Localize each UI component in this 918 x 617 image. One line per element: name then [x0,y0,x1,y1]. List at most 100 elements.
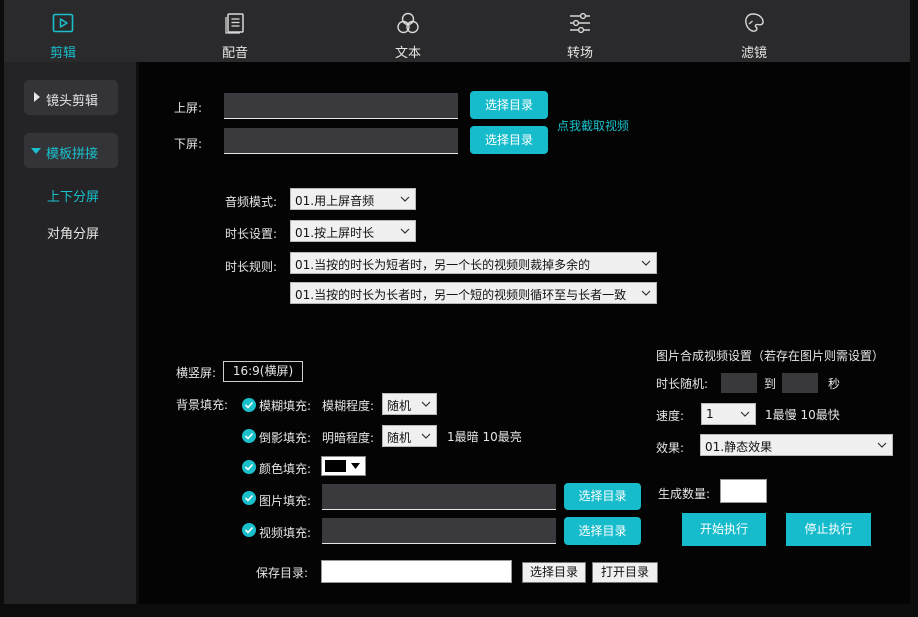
color-fill-label: 颜色填充: [259,462,312,476]
sidebar-subitem-split-diagonal[interactable]: 对角分屏 [47,223,99,242]
nav-tab-label: 文本 [394,46,421,61]
caret-down-icon [31,148,41,154]
chevron-down-icon [877,442,887,448]
blur-fill-label: 模糊填充: [259,399,312,413]
sidebar: 镜头剪辑 模板拼接 上下分屏 对角分屏 [4,62,139,604]
image-fill-checkbox[interactable] [242,491,256,505]
caret-right-icon [34,92,40,102]
select-value: 随机 [387,431,412,445]
image-fill-label: 图片填充: [259,494,312,508]
sidebar-item-shot-edit[interactable]: 镜头剪辑 [24,80,118,115]
speed-select[interactable]: 1 [701,403,756,425]
speed-hint: 1最慢 10最快 [765,408,840,422]
nav-tab-text[interactable]: 文本 [353,0,463,62]
sidebar-item-label: 镜头剪辑 [46,94,99,109]
bottom-choose-dir-button[interactable]: 选择目录 [470,126,548,154]
document-lines-icon [225,13,244,34]
brightness-hint: 1最暗 10最亮 [447,430,522,444]
color-swatch [325,460,346,472]
save-choose-dir-button[interactable]: 选择目录 [522,562,586,583]
chevron-down-icon [421,401,431,407]
select-value: 01.静态效果 [705,440,773,454]
nav-tab-voice[interactable]: 配音 [180,0,290,62]
sidebar-item-template-merge[interactable]: 模板拼接 [24,133,118,168]
shadow-fill-label: 倒影填充: [259,431,312,445]
caret-down-icon [351,463,360,469]
nav-tab-label: 滤镜 [740,46,767,61]
background-fill-label: 背景填充: [176,398,229,412]
open-dir-button[interactable]: 打开目录 [592,562,658,583]
audio-mode-select[interactable]: 01.用上屏音频 [290,188,416,210]
check-icon [244,401,254,409]
nav-tab-label: 转场 [566,46,593,61]
save-dir-label: 保存目录: [256,566,309,580]
duration-rule-select-long[interactable]: 01.当按的时长为长者时，另一个短的视频则循环至与长者一致 [290,282,657,304]
random-duration-to: 到 [764,377,777,391]
select-value: 1 [706,407,714,421]
random-duration-max-input[interactable] [782,373,818,393]
random-duration-label: 时长随机: [656,377,709,391]
shadow-fill-checkbox[interactable] [242,429,256,443]
audio-mode-label: 音频模式: [225,195,278,209]
video-choose-dir-button[interactable]: 选择目录 [564,517,641,545]
duration-setting-label: 时长设置: [225,227,278,241]
effect-label: 效果: [656,441,685,455]
check-icon [244,432,254,440]
image-choose-dir-button[interactable]: 选择目录 [564,483,641,510]
chevron-down-icon [641,290,651,296]
blur-degree-select[interactable]: 随机 [382,393,437,415]
orientation-value[interactable]: 16:9(横屏) [223,361,303,382]
image-fill-input[interactable] [322,484,556,510]
video-fill-input[interactable] [322,518,556,544]
select-value: 01.用上屏音频 [295,194,375,208]
nav-tab-label: 配音 [221,46,248,61]
duration-rule-label: 时长规则: [225,260,278,274]
duration-setting-select[interactable]: 01.按上屏时长 [290,220,416,242]
select-value: 01.当按的时长为短者时，另一个长的视频则裁掉多余的 [295,258,591,272]
top-screen-input[interactable] [224,93,458,119]
speed-label: 速度: [656,409,685,423]
random-duration-min-input[interactable] [721,373,757,393]
nav-tab-transition[interactable]: 转场 [525,0,635,62]
blur-fill-checkbox[interactable] [242,398,256,412]
effect-select[interactable]: 01.静态效果 [700,434,893,456]
bottom-screen-label: 下屏: [174,137,203,151]
bottom-screen-input[interactable] [224,128,458,154]
select-value: 01.按上屏时长 [295,226,375,240]
start-button[interactable]: 开始执行 [682,513,766,546]
duration-rule-select-short[interactable]: 01.当按的时长为短者时，另一个长的视频则裁掉多余的 [290,252,657,274]
sliders-icon [570,12,590,34]
nav-tab-label: 剪辑 [49,46,76,61]
capture-video-link[interactable]: 点我截取视频 [557,117,629,134]
filter-icon [745,13,764,32]
chevron-down-icon [641,260,651,266]
sidebar-subitem-split-vertical[interactable]: 上下分屏 [47,186,99,205]
nav-tab-filter[interactable]: 滤镜 [699,0,809,62]
blur-degree-label: 模糊程度: [322,399,375,413]
brightness-label: 明暗程度: [322,431,375,445]
color-fill-checkbox[interactable] [242,460,256,474]
video-fill-label: 视频填充: [259,526,312,540]
sidebar-item-label: 模板拼接 [46,147,99,162]
circles-icon [397,12,419,34]
top-nav: 剪辑 配音 文本 转场 滤镜 [4,0,910,62]
top-choose-dir-button[interactable]: 选择目录 [470,91,548,119]
count-label: 生成数量: [658,487,711,501]
orientation-label: 横竖屏: [176,366,217,380]
save-dir-input[interactable] [321,560,512,583]
stop-button[interactable]: 停止执行 [786,513,871,546]
count-input[interactable] [720,479,767,503]
random-duration-unit: 秒 [828,377,841,391]
main-panel: 上屏: 选择目录 点我截取视频 下屏: 选择目录 音频模式: 01.用上屏音频 … [139,62,910,604]
nav-tab-edit[interactable]: 剪辑 [8,0,118,62]
select-value: 01.当按的时长为长者时，另一个短的视频则循环至与长者一致 [295,288,627,302]
app-window: 剪辑 配音 文本 转场 滤镜 镜头剪辑 模板拼接 上下分屏 对角分屏 上屏: 选… [4,0,910,604]
color-picker[interactable] [321,456,366,476]
brightness-select[interactable]: 随机 [382,425,437,447]
play-square-icon [52,13,74,33]
chevron-down-icon [421,433,431,439]
top-screen-label: 上屏: [174,101,203,115]
chevron-down-icon [740,411,750,417]
video-fill-checkbox[interactable] [242,523,256,537]
check-icon [244,494,254,502]
